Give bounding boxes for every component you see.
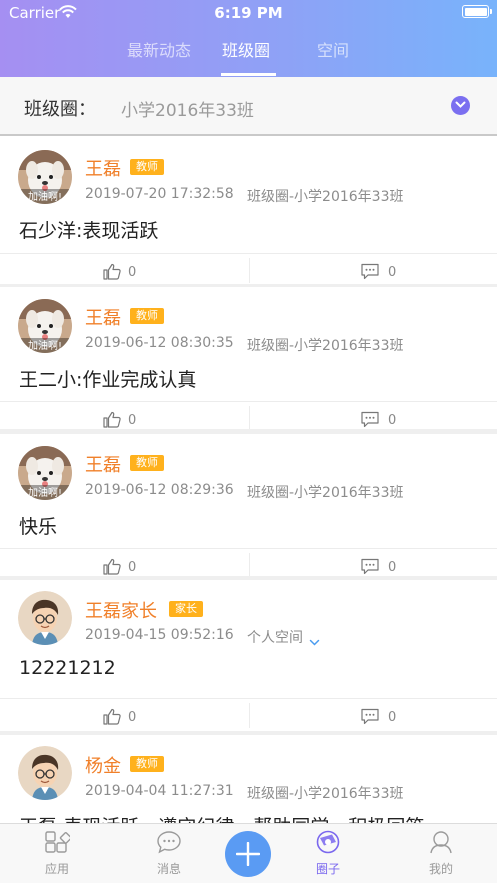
comment-count: 0 bbox=[388, 710, 397, 725]
role-badge: 教师 bbox=[130, 308, 164, 324]
avatar-dog[interactable]: 加油啊! bbox=[18, 299, 72, 353]
chevron-down-icon[interactable] bbox=[309, 632, 320, 651]
circle-icon bbox=[315, 830, 341, 858]
post-actions: 0 0 bbox=[0, 253, 497, 286]
role-badge: 教师 bbox=[130, 756, 164, 772]
comment-count: 0 bbox=[388, 560, 397, 575]
app-root: Carrier 6:19 PM 最新动态 班级圈 空间 班级圈： 小学2016年… bbox=[0, 0, 497, 883]
add-post-button[interactable] bbox=[225, 831, 271, 877]
comment-button[interactable]: 0 bbox=[249, 258, 497, 283]
role-badge: 教师 bbox=[130, 455, 164, 471]
comment-button[interactable]: 0 bbox=[249, 406, 497, 431]
tab-space[interactable]: 空间 bbox=[317, 37, 349, 61]
thumbs-up-icon bbox=[103, 708, 121, 729]
avatar-caption: 加油啊! bbox=[27, 341, 62, 352]
post-scope[interactable]: 个人空间 bbox=[247, 627, 303, 647]
post-content: 石少洋:表现活跃 bbox=[19, 220, 159, 242]
post-scope: 班级圈-小学2016年33班 bbox=[247, 189, 404, 205]
post-time: 2019-06-12 08:30:35 bbox=[85, 335, 234, 351]
bottom-tab-bar: 应用 消息 圈子 我的 bbox=[0, 823, 497, 883]
tabbar-item-profile[interactable]: 我的 bbox=[406, 830, 476, 877]
post-scope: 班级圈-小学2016年33班 bbox=[247, 786, 404, 802]
post-content: 快乐 bbox=[19, 516, 58, 538]
like-count: 0 bbox=[128, 265, 137, 280]
avatar-cartoon-man[interactable] bbox=[18, 746, 72, 800]
like-button[interactable]: 0 bbox=[0, 699, 248, 732]
like-count: 0 bbox=[128, 413, 137, 428]
profile-icon bbox=[428, 831, 454, 858]
author-name[interactable]: 王磊 bbox=[85, 155, 121, 181]
post-scope: 班级圈-小学2016年33班 bbox=[247, 485, 404, 501]
class-selector-label: 班级圈： bbox=[24, 99, 96, 120]
author-name[interactable]: 王磊家长 bbox=[85, 597, 157, 623]
post-content: 12221212 bbox=[19, 657, 116, 679]
post-time: 2019-07-20 17:32:58 bbox=[85, 186, 234, 202]
class-selector[interactable]: 班级圈： 小学2016年33班 bbox=[0, 77, 497, 136]
author-name[interactable]: 王磊 bbox=[85, 304, 121, 330]
comment-icon bbox=[361, 708, 379, 729]
clock: 6:19 PM bbox=[214, 4, 283, 22]
feed-post: 加油啊! 王磊 教师 2019-06-12 08:29:36 班级圈-小学201… bbox=[0, 434, 497, 578]
tabbar-label: 圈子 bbox=[315, 862, 340, 876]
tabbar-item-circle[interactable]: 圈子 bbox=[293, 830, 363, 877]
role-badge: 家长 bbox=[169, 601, 203, 617]
like-button[interactable]: 0 bbox=[0, 254, 248, 287]
author-name[interactable]: 王磊 bbox=[85, 451, 121, 477]
post-time: 2019-06-12 08:29:36 bbox=[85, 482, 234, 498]
tabbar-label: 消息 bbox=[156, 862, 181, 876]
feed-post: 杨金 教师 2019-04-04 11:27:31 班级圈-小学2016年33班… bbox=[0, 735, 497, 838]
like-count: 0 bbox=[128, 560, 137, 575]
post-actions: 0 0 bbox=[0, 698, 497, 731]
author-name[interactable]: 杨金 bbox=[85, 752, 121, 778]
feed-post: 加油啊! 王磊 教师 2019-06-12 08:30:35 班级圈-小学201… bbox=[0, 287, 497, 431]
post-content: 王二小:作业完成认真 bbox=[19, 369, 197, 391]
message-icon bbox=[156, 831, 182, 858]
top-tabs: 最新动态 班级圈 空间 bbox=[0, 30, 497, 77]
comment-button[interactable]: 0 bbox=[249, 703, 497, 728]
active-tab-indicator bbox=[221, 73, 276, 76]
tabbar-item-apps[interactable]: 应用 bbox=[22, 830, 92, 877]
tabbar-label: 应用 bbox=[44, 862, 69, 876]
tab-class-circle[interactable]: 班级圈 bbox=[222, 37, 270, 61]
feed-post: 王磊家长 家长 2019-04-15 09:52:16 个人空间 1222121… bbox=[0, 580, 497, 731]
header: Carrier 6:19 PM 最新动态 班级圈 空间 bbox=[0, 0, 497, 77]
avatar-dog[interactable]: 加油啊! bbox=[18, 150, 72, 204]
post-time: 2019-04-04 11:27:31 bbox=[85, 783, 234, 799]
comment-count: 0 bbox=[388, 413, 397, 428]
role-badge: 教师 bbox=[130, 159, 164, 175]
thumbs-up-icon bbox=[103, 263, 121, 284]
avatar-dog[interactable]: 加油啊! bbox=[18, 446, 72, 500]
apps-icon bbox=[44, 831, 72, 858]
chevron-down-icon[interactable] bbox=[451, 96, 470, 115]
post-scope: 班级圈-小学2016年33班 bbox=[247, 338, 404, 354]
tabbar-item-messages[interactable]: 消息 bbox=[134, 830, 204, 877]
tab-latest[interactable]: 最新动态 bbox=[127, 37, 191, 61]
comment-icon bbox=[361, 263, 379, 284]
status-bar: Carrier 6:19 PM bbox=[0, 0, 497, 26]
avatar-cartoon-man[interactable] bbox=[18, 591, 72, 645]
comment-button[interactable]: 0 bbox=[249, 553, 497, 578]
avatar-caption: 加油啊! bbox=[27, 192, 62, 203]
feed-post: 加油啊! 王磊 教师 2019-07-20 17:32:58 班级圈-小学201… bbox=[0, 138, 497, 284]
tabbar-label: 我的 bbox=[428, 862, 453, 876]
avatar-caption: 加油啊! bbox=[27, 488, 62, 499]
comment-count: 0 bbox=[388, 265, 397, 280]
class-selector-value: 小学2016年33班 bbox=[121, 101, 254, 121]
plus-icon bbox=[235, 841, 261, 870]
post-time: 2019-04-15 09:52:16 bbox=[85, 627, 234, 643]
battery-icon bbox=[462, 5, 492, 18]
like-count: 0 bbox=[128, 710, 137, 725]
